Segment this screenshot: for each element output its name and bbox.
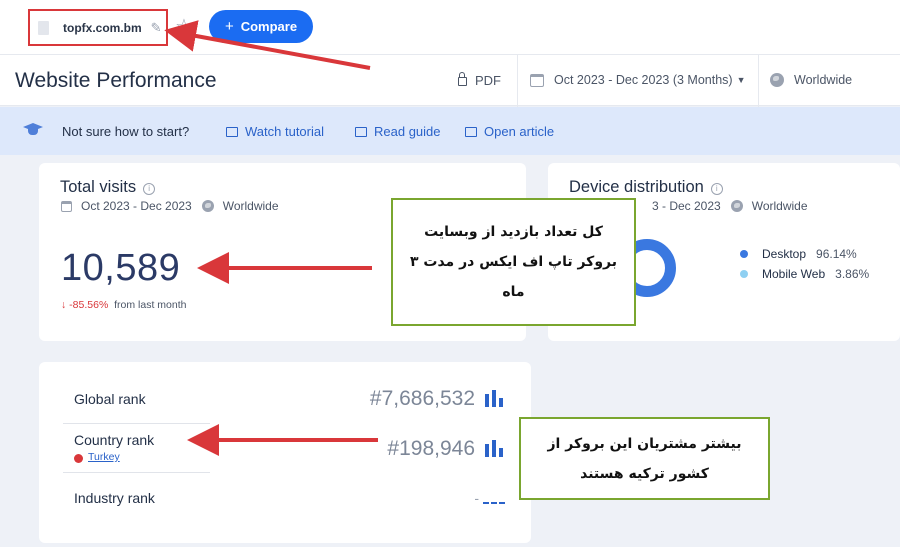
compare-button[interactable]: + Compare (209, 10, 313, 43)
info-icon[interactable]: i (143, 183, 156, 195)
divider (758, 55, 759, 107)
callout-text: کل تعداد بازدید از وبسایت بروکر تاپ اف ا… (409, 224, 617, 300)
change-suffix: from last month (114, 299, 187, 311)
annotation-callout-country: بیشتر مشتریان این بروکر از کشور ترکیه هس… (519, 417, 770, 500)
page-title: Website Performance (15, 69, 217, 92)
country-name: Turkey (88, 451, 120, 463)
ranks-card: Global rank #7,686,532 Country rank Turk… (39, 362, 531, 543)
total-visits-value: 10,589 (61, 247, 181, 289)
annotation-callout-visits: کل تعداد بازدید از وبسایت بروکر تاپ اف ا… (391, 198, 636, 326)
device-distribution-meta: 3 - Dec 2023 Worldwide (652, 199, 808, 213)
country-link[interactable]: Turkey (74, 451, 120, 463)
domain-selector[interactable]: topfx.com.bm ✎ (28, 9, 168, 46)
bar-chart-icon[interactable] (485, 440, 505, 457)
down-arrow-icon: ↓ (61, 299, 67, 311)
read-guide-label: Read guide (374, 124, 441, 139)
pdf-button[interactable]: PDF (458, 72, 501, 88)
globe-icon (770, 73, 784, 87)
legend-mobile-web: Mobile Web 3.86% (740, 267, 869, 281)
legend-value: 3.86% (835, 267, 870, 281)
total-visits-title-text: Total visits (60, 178, 137, 196)
divider (517, 55, 518, 107)
graduation-cap-icon (23, 123, 43, 137)
pdf-label: PDF (475, 73, 501, 88)
country-rank-value: #198,946 (387, 437, 475, 460)
globe-icon (730, 200, 743, 212)
legend-label: Desktop (762, 247, 807, 261)
legend-desktop: Desktop 96.14% (740, 247, 857, 261)
calendar-icon (61, 200, 72, 212)
domain-name: topfx.com.bm (63, 20, 142, 35)
external-link-icon (465, 126, 477, 137)
change-value: -85.56% (69, 299, 109, 311)
video-icon (226, 126, 238, 137)
document-icon (38, 20, 49, 35)
industry-rank-value: - (474, 490, 479, 506)
lock-icon (458, 72, 467, 86)
period-label: 3 - Dec 2023 (652, 199, 721, 213)
country-rank-label: Country rank (74, 432, 155, 448)
compare-label: Compare (240, 19, 298, 34)
legend-value: 96.14% (816, 247, 857, 261)
tutorial-prompt: Not sure how to start? (62, 124, 190, 139)
turkey-flag-icon (74, 453, 83, 463)
period-label: Oct 2023 - Dec 2023 (81, 199, 192, 213)
region-label: Worldwide (222, 199, 279, 213)
region-selector[interactable]: Worldwide (770, 73, 852, 87)
visits-change: ↓ -85.56% from last month (61, 299, 186, 311)
divider (63, 472, 210, 473)
total-visits-meta: Oct 2023 - Dec 2023 Worldwide (61, 199, 279, 213)
desktop-dot-icon (740, 250, 748, 258)
legend-label: Mobile Web (762, 267, 826, 281)
industry-rank-label: Industry rank (74, 490, 155, 506)
mobile-dot-icon (740, 270, 748, 278)
global-rank-value: #7,686,532 (369, 387, 475, 410)
device-distribution-title: Device distribution i (569, 178, 723, 197)
device-donut-chart (632, 239, 676, 297)
callout-text: بیشتر مشتریان این بروکر از کشور ترکیه هس… (547, 435, 742, 482)
pencil-icon[interactable]: ✎ (151, 20, 162, 36)
watch-tutorial-link[interactable]: Watch tutorial (226, 124, 324, 139)
bar-chart-icon[interactable] (485, 390, 505, 407)
read-guide-link[interactable]: Read guide (355, 124, 441, 139)
calendar-icon (530, 73, 544, 87)
globe-icon (201, 200, 214, 212)
global-rank-label: Global rank (74, 391, 146, 407)
device-distribution-title-text: Device distribution (569, 178, 704, 196)
page-header: Website Performance PDF Oct 2023 - Dec 2… (0, 54, 900, 107)
star-icon[interactable]: ☆ (175, 14, 193, 39)
region-label: Worldwide (751, 199, 808, 213)
date-range-selector[interactable]: Oct 2023 - Dec 2023 (3 Months) ▼ (530, 73, 745, 87)
top-bar: topfx.com.bm ✎ ☆ + Compare (0, 0, 900, 54)
divider (63, 423, 210, 424)
open-article-label: Open article (484, 124, 555, 139)
watch-tutorial-label: Watch tutorial (245, 124, 324, 139)
open-article-link[interactable]: Open article (465, 124, 554, 139)
region-label: Worldwide (794, 73, 853, 87)
book-icon (355, 126, 367, 137)
caret-down-icon: ▼ (736, 75, 746, 85)
info-icon[interactable]: i (710, 183, 723, 195)
plus-icon: + (224, 18, 234, 35)
empty-bar-icon (483, 502, 505, 504)
tutorial-bar: Not sure how to start? Watch tutorial Re… (0, 107, 900, 155)
date-range-label: Oct 2023 - Dec 2023 (3 Months) (554, 73, 733, 87)
total-visits-title: Total visits i (60, 178, 156, 197)
